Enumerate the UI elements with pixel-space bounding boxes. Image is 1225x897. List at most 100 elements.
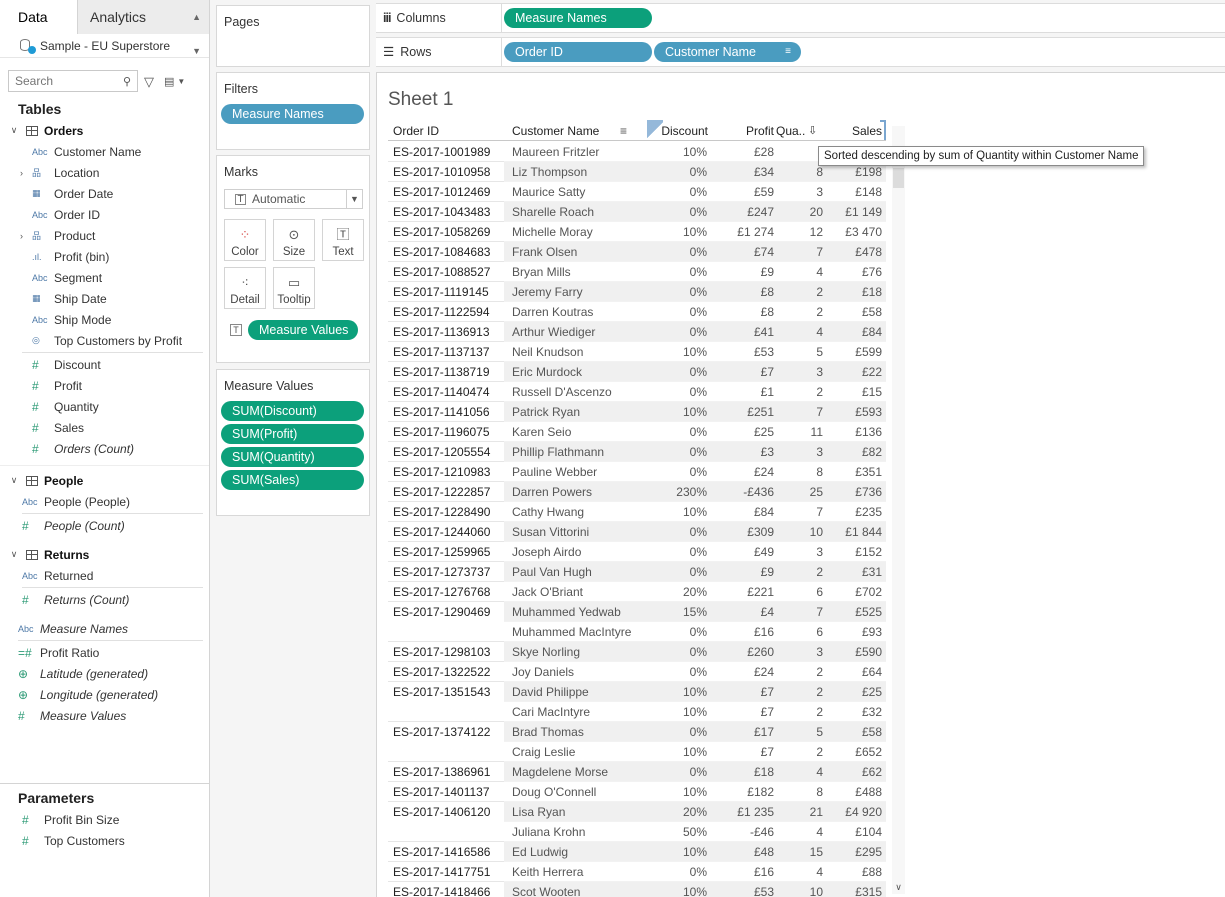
collapse-icon[interactable]: ∨ <box>8 475 20 486</box>
expand-icon[interactable]: › <box>20 168 32 178</box>
field-profit[interactable]: # Profit <box>0 375 209 396</box>
table-row[interactable]: ES-2017-1136913 Arthur Wiediger 0% £41 4 £84 <box>388 322 886 342</box>
table-row[interactable]: ES-2017-1122594 Darren Koutras 0% £8 2 £58 <box>388 302 886 322</box>
columns-pill-measure-names[interactable]: Measure Names <box>504 8 652 28</box>
text-button[interactable]: 🅃 Text <box>322 219 364 261</box>
field-returned[interactable]: Abc Returned <box>0 565 209 586</box>
table-row[interactable]: ES-2017-1058269 Michelle Moray 10% £1 274 12… <box>388 222 886 242</box>
table-row[interactable]: ES-2017-1276768 Jack O'Briant 20% £221 6 £702 <box>388 582 886 602</box>
table-row[interactable]: ES-2017-1141056 Patrick Ryan 10% £251 7 £593 <box>388 402 886 422</box>
filter-pill-measure-names[interactable]: Measure Names <box>221 104 364 124</box>
field-measure-values[interactable]: # Measure Values <box>0 705 209 726</box>
field-people-count[interactable]: # People (Count) <box>0 515 209 536</box>
table-row[interactable]: ES-2017-1012469 Maurice Satty 0% £59 3 £148 <box>388 182 886 202</box>
size-button[interactable]: ⊙ Size <box>273 219 315 261</box>
field-order-date[interactable]: ▦ Order Date <box>0 183 209 204</box>
filters-card[interactable]: Filters Measure Names <box>216 72 370 150</box>
table-returns[interactable]: ∨ Returns <box>0 544 209 565</box>
header-order-id[interactable]: Order ID <box>393 121 439 141</box>
field-segment[interactable]: Abc Segment <box>0 267 209 288</box>
sort-descending-icon[interactable]: ⇩ <box>808 121 817 141</box>
search-box[interactable]: ⚲ <box>8 70 138 92</box>
expand-icon[interactable]: › <box>20 231 32 241</box>
tab-analytics[interactable]: Analytics ▲ ▼ <box>78 0 209 56</box>
field-order-id[interactable]: Abc Order ID <box>0 204 209 225</box>
field-discount[interactable]: # Discount <box>0 354 209 375</box>
table-row[interactable]: ES-2017-1210983 Pauline Webber 0% £24 8 £351 <box>388 462 886 482</box>
header-sales[interactable]: Sales <box>826 121 882 141</box>
table-row[interactable]: ES-2017-1374122 Brad Thomas 0% £17 5 £58 <box>388 722 886 742</box>
collapse-icon[interactable]: ∨ <box>8 549 20 560</box>
table-row[interactable]: Juliana Krohn 50% -£46 4 £104 <box>388 822 886 842</box>
datasource[interactable]: Sample - EU Superstore <box>0 34 209 58</box>
table-row[interactable]: ES-2017-1222857 Darren Powers 230% -£436 25 £… <box>388 482 886 502</box>
table-row[interactable]: ES-2017-1259965 Joseph Airdo 0% £49 3 £152 <box>388 542 886 562</box>
table-row[interactable]: ES-2017-1001989 Maureen Fritzler 10% £28 <box>388 142 886 162</box>
table-row[interactable]: ES-2017-1119145 Jeremy Farry 0% £8 2 £18 <box>388 282 886 302</box>
table-row[interactable]: ES-2017-1417751 Keith Herrera 0% £16 4 £88 <box>388 862 886 882</box>
table-row[interactable]: ES-2017-1290469 Muhammed Yedwab 15% £4 7 £525 <box>388 602 886 622</box>
sort-icon[interactable]: ≡ <box>620 121 627 141</box>
detail-button[interactable]: ⁖ Detail <box>224 267 266 309</box>
field-orders-count[interactable]: # Orders (Count) <box>0 438 209 459</box>
table-row[interactable]: ES-2017-1401137 Doug O'Connell 10% £182 8 £48… <box>388 782 886 802</box>
measure-pill-sales[interactable]: SUM(Sales) <box>221 470 364 490</box>
tooltip-button[interactable]: ▭ Tooltip <box>273 267 315 309</box>
table-row[interactable]: ES-2017-1418466 Scot Wooten 10% £53 10 £315 <box>388 882 886 897</box>
chevron-down-icon[interactable]: ∨ <box>892 880 905 894</box>
field-profit-ratio[interactable]: =# Profit Ratio <box>0 642 209 663</box>
table-row[interactable]: ES-2017-1137137 Neil Knudson 10% £53 5 £599 <box>388 342 886 362</box>
header-customer-name[interactable]: Customer Name <box>512 121 599 141</box>
table-row[interactable]: ES-2017-1351543 David Philippe 10% £7 2 £25 <box>388 682 886 702</box>
table-row[interactable]: ES-2017-1205554 Phillip Flathmann 0% £3 3 £82 <box>388 442 886 462</box>
table-row[interactable]: ES-2017-1416586 Ed Ludwig 10% £48 15 £295 <box>388 842 886 862</box>
field-ship-mode[interactable]: Abc Ship Mode <box>0 309 209 330</box>
table-row[interactable]: Cari MacIntyre 10% £7 2 £32 <box>388 702 886 722</box>
measure-pill-profit[interactable]: SUM(Profit) <box>221 424 364 444</box>
tab-data[interactable]: Data <box>0 0 78 34</box>
field-longitude-generated[interactable]: ⊕ Longitude (generated) <box>0 684 209 705</box>
pages-card[interactable]: Pages <box>216 5 370 67</box>
table-row[interactable]: ES-2017-1196075 Karen Seio 0% £25 11 £136 <box>388 422 886 442</box>
field-customer-name[interactable]: Abc Customer Name <box>0 141 209 162</box>
table-row[interactable]: ES-2017-1386961 Magdelene Morse 0% £18 4 £62 <box>388 762 886 782</box>
table-row[interactable]: ES-2017-1084683 Frank Olsen 0% £74 7 £478 <box>388 242 886 262</box>
view-options-icon[interactable]: ▤ ▼ <box>164 75 185 88</box>
filter-icon[interactable]: ▽ <box>144 74 158 89</box>
rows-pill-order-id[interactable]: Order ID <box>504 42 652 62</box>
marks-pill-measure-values[interactable]: Measure Values <box>248 320 358 340</box>
rows-shelf[interactable]: ☰ Rows Order ID Customer Name ≡ <box>376 37 1225 67</box>
search-input[interactable] <box>15 74 115 88</box>
chevron-down-icon[interactable]: ▼ <box>346 190 362 208</box>
field-people-people[interactable]: Abc People (People) <box>0 491 209 512</box>
table-row[interactable]: ES-2017-1322522 Joy Daniels 0% £24 2 £64 <box>388 662 886 682</box>
table-row[interactable]: ES-2017-1228490 Cathy Hwang 10% £84 7 £235 <box>388 502 886 522</box>
param-top-customers[interactable]: # Top Customers <box>0 830 209 851</box>
field-latitude-generated[interactable]: ⊕ Latitude (generated) <box>0 663 209 684</box>
field-ship-date[interactable]: ▦ Ship Date <box>0 288 209 309</box>
field-measure-names[interactable]: Abc Measure Names <box>0 618 209 639</box>
field-product[interactable]: › 品 Product <box>0 225 209 246</box>
color-button[interactable]: ⁘ Color <box>224 219 266 261</box>
updown-arrow-icon[interactable]: ▲ ▼ <box>192 0 201 68</box>
table-row[interactable]: ES-2017-1088527 Bryan Mills 0% £9 4 £76 <box>388 262 886 282</box>
table-orders[interactable]: ∨ Orders <box>0 120 209 141</box>
table-row[interactable]: ES-2017-1043483 Sharelle Roach 0% £247 20 £1 … <box>388 202 886 222</box>
header-quantity[interactable]: Qua.. <box>776 121 805 141</box>
vertical-scrollbar[interactable]: ∨ <box>892 126 905 894</box>
table-row[interactable]: ES-2017-1244060 Susan Vittorini 0% £309 10 £1… <box>388 522 886 542</box>
table-row[interactable]: ES-2017-1138719 Eric Murdock 0% £7 3 £22 <box>388 362 886 382</box>
table-row[interactable]: ES-2017-1140474 Russell D'Ascenzo 0% £1 2 £15 <box>388 382 886 402</box>
mark-type-dropdown[interactable]: T Automatic ▼ <box>224 189 363 209</box>
field-profit-bin[interactable]: .ıl. Profit (bin) <box>0 246 209 267</box>
table-row[interactable]: ES-2017-1406120 Lisa Ryan 20% £1 235 21 £4 92… <box>388 802 886 822</box>
measure-pill-discount[interactable]: SUM(Discount) <box>221 401 364 421</box>
param-profit-bin-size[interactable]: # Profit Bin Size <box>0 809 209 830</box>
header-profit[interactable]: Profit <box>710 121 774 141</box>
scrollbar-thumb[interactable] <box>893 168 904 188</box>
table-row[interactable]: ES-2017-1273737 Paul Van Hugh 0% £9 2 £31 <box>388 562 886 582</box>
collapse-icon[interactable]: ∨ <box>8 125 20 136</box>
field-sales[interactable]: # Sales <box>0 417 209 438</box>
columns-shelf[interactable]: iii Columns Measure Names <box>376 3 1225 33</box>
table-row[interactable]: ES-2017-1298103 Skye Norling 0% £260 3 £590 <box>388 642 886 662</box>
